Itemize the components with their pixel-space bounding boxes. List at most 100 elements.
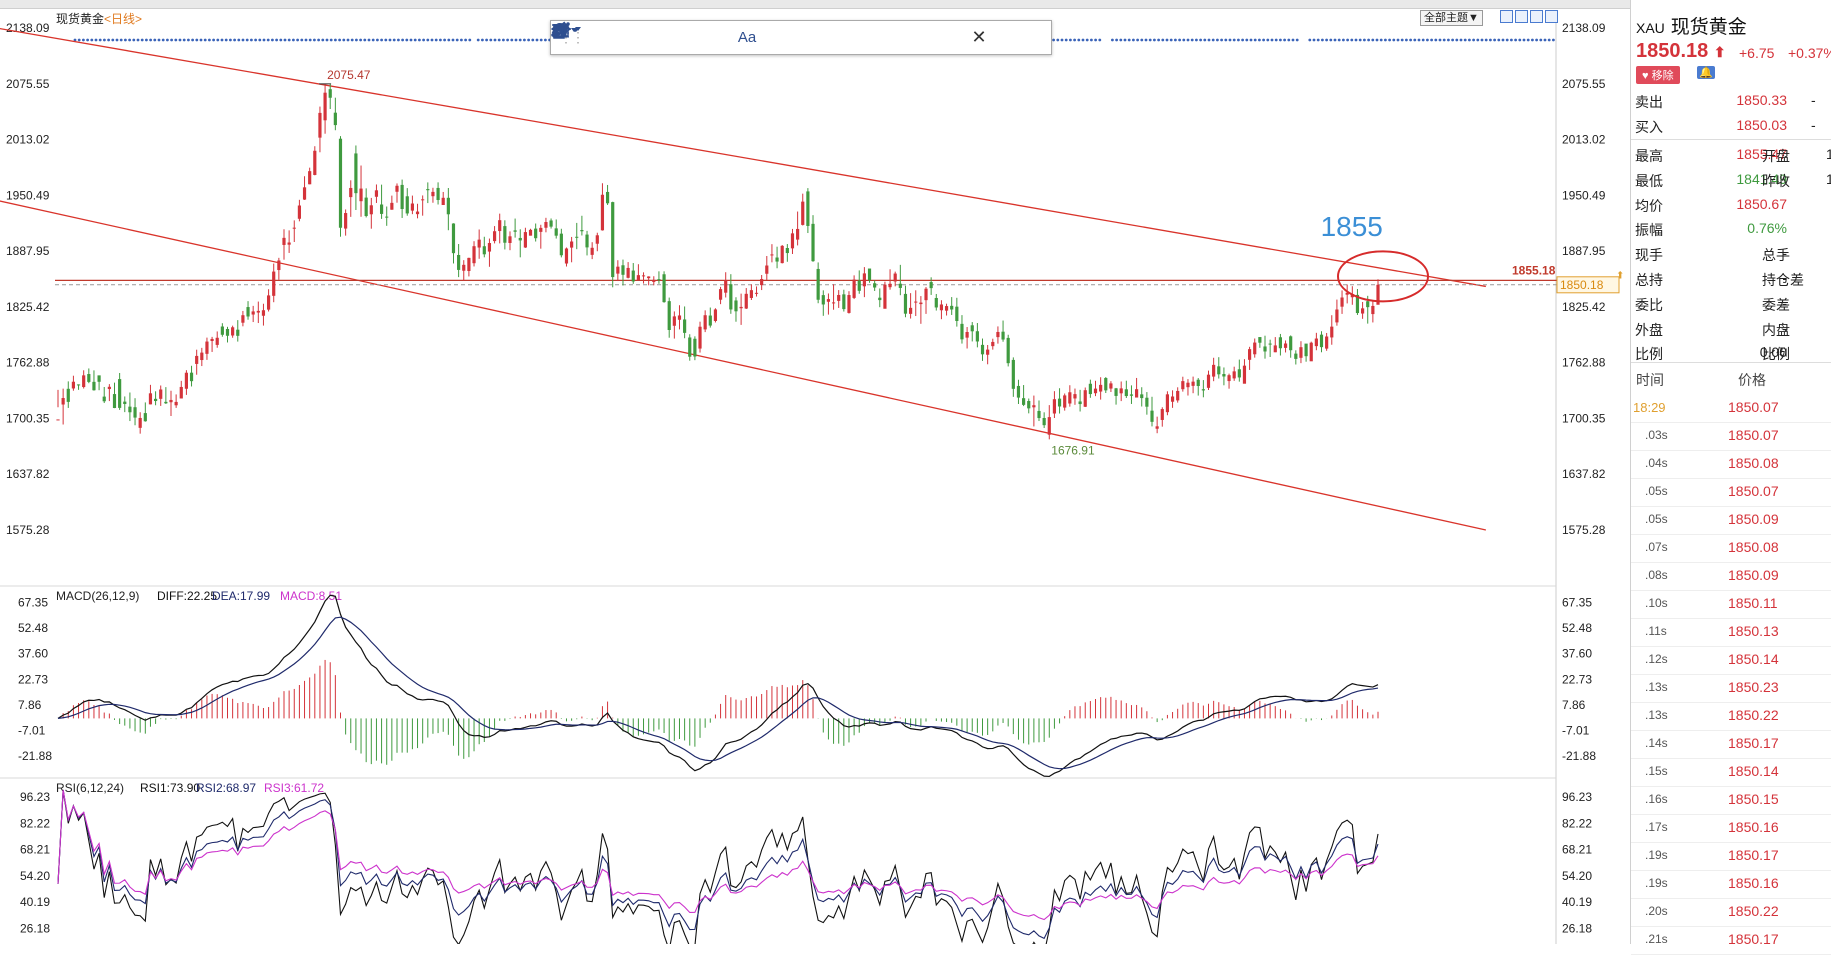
- tick-row[interactable]: .20s 1850.22: [1631, 898, 1831, 927]
- candle-body: [780, 245, 784, 264]
- candle-body: [153, 398, 158, 402]
- tick-row[interactable]: .11s 1850.13: [1631, 618, 1831, 647]
- candle-body: [1191, 381, 1195, 386]
- candle: [857, 270, 861, 294]
- candle: [693, 336, 697, 361]
- candle: [549, 218, 553, 229]
- eraser-icon[interactable]: [552, 23, 873, 50]
- channel-tool-icon[interactable]: [553, 24, 699, 50]
- macd-axis-label: -21.88: [1562, 749, 1596, 763]
- scroll-dot: [1153, 38, 1156, 42]
- layout-next-icon[interactable]: [1545, 10, 1558, 23]
- candle-body: [292, 227, 296, 229]
- candle: [498, 213, 502, 244]
- candle-body: [272, 271, 276, 296]
- tick-row[interactable]: .12s 1850.14: [1631, 646, 1831, 675]
- line-tool-icon[interactable]: [553, 26, 612, 50]
- scroll-dot: [1262, 38, 1265, 42]
- candle: [965, 327, 969, 349]
- scroll-dot: [1388, 38, 1391, 42]
- candle: [1129, 385, 1134, 404]
- candle-body: [503, 226, 507, 243]
- tick-row[interactable]: .07s 1850.08: [1631, 534, 1831, 563]
- tick-row[interactable]: .14s 1850.17: [1631, 730, 1831, 759]
- candle: [241, 310, 245, 327]
- candle-body: [498, 220, 502, 232]
- scroll-dot: [136, 38, 140, 42]
- candle-body: [246, 307, 250, 317]
- scroll-dot: [1249, 38, 1253, 42]
- ruler-icon[interactable]: [551, 21, 786, 50]
- candle-body: [513, 230, 517, 232]
- scroll-dot: [1392, 38, 1396, 42]
- tick-row[interactable]: .17s 1850.16: [1631, 814, 1831, 843]
- theme-select[interactable]: 全部主题▼: [1420, 10, 1483, 26]
- scroll-dot: [140, 38, 144, 42]
- candle: [1068, 385, 1072, 407]
- pattern-tool-icon[interactable]: [551, 22, 728, 50]
- tick-row[interactable]: .19s 1850.16: [1631, 870, 1831, 899]
- candle-body: [965, 332, 969, 338]
- candle: [395, 183, 399, 203]
- candle: [313, 146, 317, 176]
- candle-body: [878, 297, 882, 301]
- candle: [477, 229, 481, 259]
- tick-row[interactable]: .16s 1850.15: [1631, 786, 1831, 815]
- layout-prev-icon[interactable]: [1530, 10, 1543, 23]
- tick-time: .08s: [1645, 568, 1668, 582]
- tick-row[interactable]: 18:29 1850.07: [1631, 394, 1831, 423]
- tick-row[interactable]: .21s 1850.17: [1631, 926, 1831, 955]
- tick-row[interactable]: .10s 1850.11: [1631, 590, 1831, 619]
- candle-body: [826, 299, 831, 302]
- period-label[interactable]: <日线>: [104, 12, 142, 26]
- candle-body: [107, 386, 111, 390]
- quote-row-extra: -: [1811, 117, 1816, 133]
- tick-row[interactable]: .15s 1850.14: [1631, 758, 1831, 787]
- candle-body: [364, 197, 368, 217]
- chart-area[interactable]: 2138.09 2138.09 2075.55 2075.55 2013.02 2013.…: [0, 0, 1630, 944]
- candle-body: [1227, 375, 1231, 382]
- tick-row[interactable]: .05s 1850.07: [1631, 478, 1831, 507]
- candle-body: [570, 241, 574, 248]
- candle: [1016, 379, 1021, 404]
- price-axis-label-left: 1825.42: [6, 300, 50, 314]
- pen-icon[interactable]: [552, 21, 815, 50]
- quote-row-label: 现手: [1635, 247, 1663, 264]
- candle-body: [1047, 417, 1051, 435]
- tick-row[interactable]: .08s 1850.09: [1631, 562, 1831, 591]
- candle: [1289, 335, 1293, 358]
- candle: [903, 285, 908, 318]
- layout-grid-icon[interactable]: [1500, 10, 1513, 23]
- candle: [590, 242, 594, 260]
- rectangle-tool-icon[interactable]: [553, 24, 641, 50]
- fib-tool-icon[interactable]: [553, 24, 670, 50]
- scroll-dot: [1174, 38, 1177, 42]
- tick-row[interactable]: .19s 1850.17: [1631, 842, 1831, 871]
- macd-axis-label-left: 7.86: [18, 698, 42, 712]
- candle: [970, 322, 974, 342]
- candle: [960, 315, 964, 344]
- close-icon[interactable]: ✕: [969, 26, 989, 50]
- kline-chart[interactable]: 2138.092138.092075.552075.552013.022013.…: [0, 0, 1630, 944]
- layout-split-icon[interactable]: [1515, 10, 1528, 23]
- tick-row[interactable]: .03s 1850.07: [1631, 422, 1831, 451]
- text-tool-icon[interactable]: Aa: [553, 24, 757, 50]
- candle: [1088, 379, 1092, 398]
- gear-icon[interactable]: [553, 23, 960, 50]
- tick-row[interactable]: .04s 1850.08: [1631, 450, 1831, 479]
- candle: [1057, 388, 1062, 414]
- magnet-icon[interactable]: [554, 23, 844, 50]
- remove-watchlist-button[interactable]: ♥ 移除: [1636, 66, 1680, 84]
- tick-row[interactable]: .13s 1850.23: [1631, 674, 1831, 703]
- candle: [1314, 332, 1318, 351]
- scroll-dot: [292, 38, 295, 42]
- quote-row-value: 1850.67: [1736, 195, 1787, 212]
- tick-row[interactable]: .05s 1850.09: [1631, 506, 1831, 535]
- bell-icon[interactable]: 🔔: [1697, 66, 1715, 79]
- quote-row-extra: 1: [1826, 170, 1831, 187]
- scroll-dot: [1270, 38, 1274, 42]
- eye-icon[interactable]: [551, 24, 931, 50]
- trash-icon[interactable]: [552, 24, 902, 50]
- candle: [266, 289, 271, 312]
- tick-row[interactable]: .13s 1850.22: [1631, 702, 1831, 731]
